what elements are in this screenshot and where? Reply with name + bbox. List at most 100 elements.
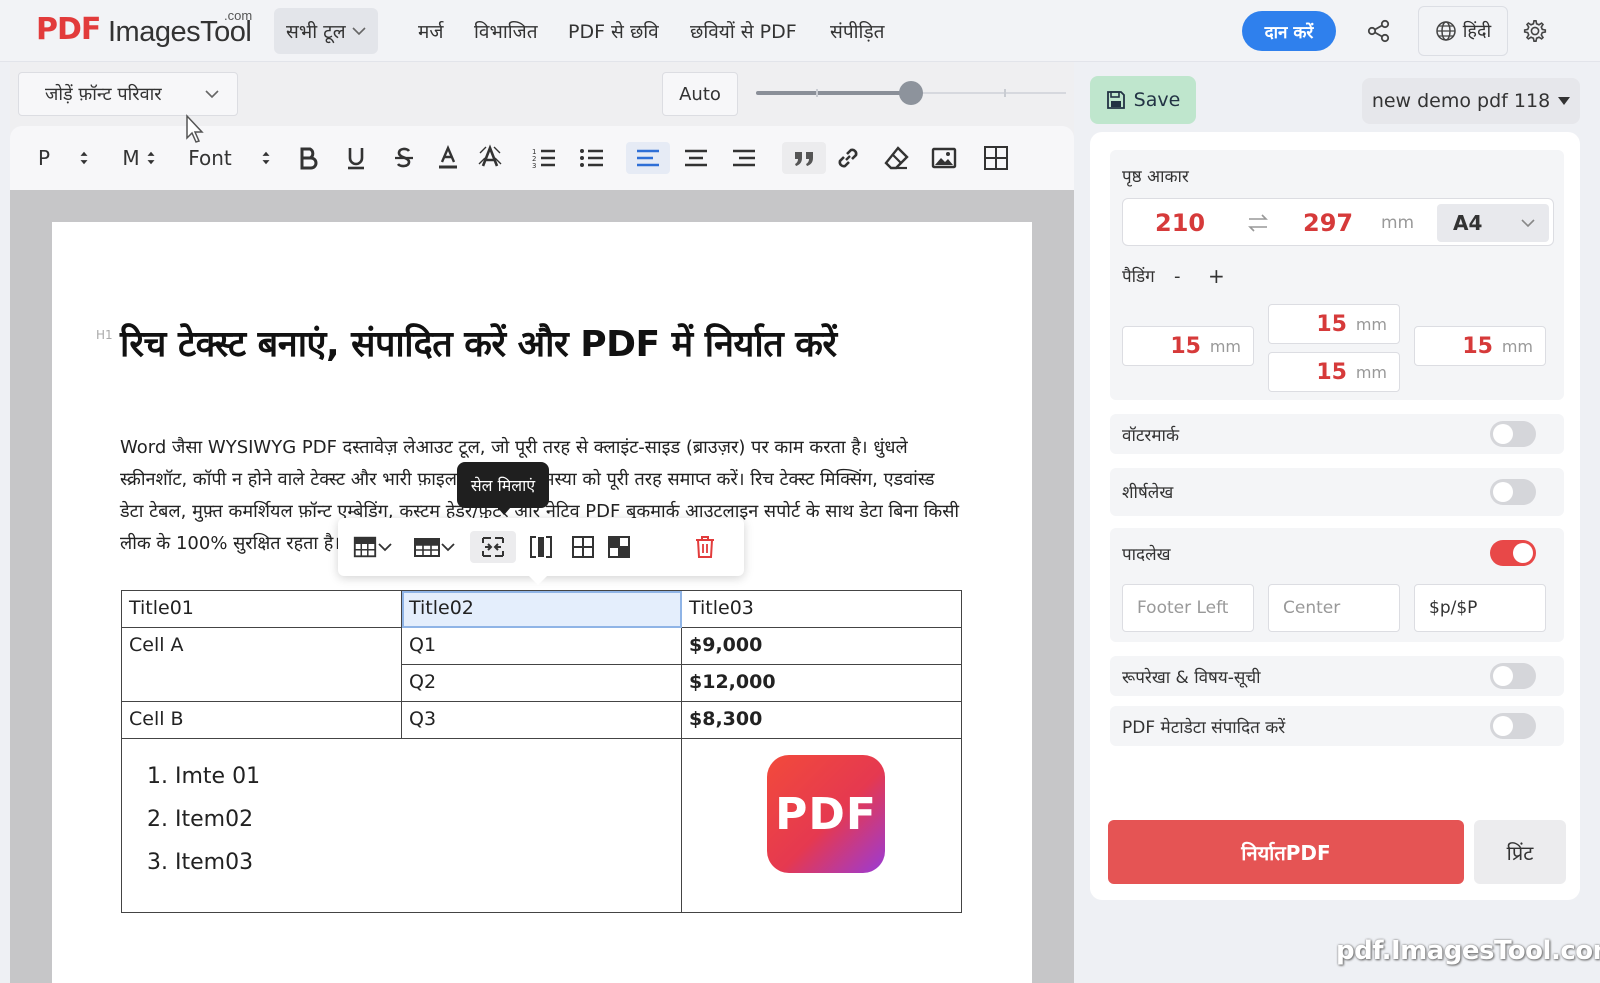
image-icon[interactable] [928,142,960,174]
footer-right-input[interactable]: $p/$P [1414,584,1546,632]
page-width-input[interactable]: 210 [1155,209,1205,237]
padding-left-value: 15 [1170,334,1201,359]
zoom-slider-thumb[interactable] [899,81,923,105]
zoom-slider-fill [756,91,911,95]
merge-cells-icon[interactable] [470,531,516,563]
table-cell[interactable]: Title01 [121,590,402,628]
table-icon[interactable] [980,142,1012,174]
document-table[interactable]: Title01 Title02 Title03 Cell A Q1 $9,000… [121,590,962,913]
ordered-list-icon[interactable]: 123 [528,142,560,174]
language-selector[interactable]: हिंदी [1418,6,1508,56]
underline-icon[interactable] [340,142,372,174]
highlight-color-icon[interactable] [474,142,506,174]
table-header-cell-icon[interactable] [602,531,636,563]
footer-left-input[interactable]: Footer Left [1122,584,1254,632]
outline-toggle[interactable] [1490,663,1536,689]
paragraph-style-select[interactable]: P [34,142,54,174]
list-item[interactable]: Item02 [175,798,674,841]
padding-decrease-button[interactable]: - [1174,266,1181,287]
zoom-auto-button[interactable]: Auto [662,72,738,116]
watermark-section: वॉटरमार्क [1110,414,1564,454]
document-title[interactable]: रिच टेक्स्ट बनाएं, संपादित करें और PDF म… [120,318,837,367]
table-cell-selected[interactable]: Title02 [401,590,682,628]
text-color-icon[interactable] [432,142,464,174]
export-pdf-button[interactable]: निर्यातPDF [1108,820,1464,884]
font-size-select[interactable]: M [116,142,164,174]
padding-top-value: 15 [1316,312,1347,337]
table-rows-menu[interactable] [406,531,462,563]
nav-split[interactable]: विभाजित [474,18,538,44]
bullet-list-icon[interactable] [576,142,608,174]
table-cell[interactable]: Q2 [401,664,682,702]
padding-unit: mm [1209,337,1241,356]
table-cell[interactable]: $12,000 [681,664,962,702]
table-cell[interactable]: Q1 [401,627,682,665]
table-cell[interactable]: Cell A [121,627,402,702]
table-cell-list[interactable]: Imte 01 Item02 Item03 [121,738,682,913]
footer-center-input[interactable]: Center [1268,584,1400,632]
nav-images-to-pdf[interactable]: छवियों से PDF [690,18,797,44]
zoom-slider[interactable] [756,80,1066,106]
table-insert-menu[interactable] [344,531,400,563]
watermark-toggle[interactable] [1490,421,1536,447]
table-cell[interactable]: Q3 [401,701,682,739]
list-item[interactable]: Imte 01 [175,755,674,798]
blockquote-icon[interactable] [782,142,826,174]
table-cell[interactable]: Cell B [121,701,402,739]
gear-icon[interactable] [1522,18,1548,44]
align-right-icon[interactable] [728,142,760,174]
delete-table-icon[interactable] [688,531,722,563]
padding-bottom-field[interactable]: 15 mm [1268,352,1400,392]
padding-unit: mm [1355,363,1387,382]
site-watermark: pdf.ImagesTool.com [1336,936,1600,966]
updown-arrows-icon[interactable] [256,142,276,174]
table-cell[interactable]: $8,300 [681,701,962,739]
table-cell-image[interactable]: PDF [681,738,962,913]
list-item[interactable]: Item03 [175,841,674,884]
save-button[interactable]: Save [1090,76,1196,124]
bold-icon[interactable] [292,142,324,174]
pdf-logo-image[interactable]: PDF [767,755,885,873]
table-cells-icon[interactable] [566,531,600,563]
eraser-icon[interactable] [880,142,912,174]
donate-button[interactable]: दान करें [1242,11,1336,51]
updown-arrows-icon[interactable] [74,142,94,174]
chevron-down-icon [352,27,366,36]
share-icon[interactable] [1366,18,1392,44]
font-family-select[interactable]: जोड़ें फ़ॉन्ट परिवार [18,72,238,116]
globe-icon [1436,21,1456,41]
padding-increase-button[interactable]: + [1208,264,1225,288]
align-center-icon[interactable] [680,142,712,174]
header-toggle[interactable] [1490,479,1536,505]
footer-toggle[interactable] [1490,540,1536,566]
nav-pdf-to-image[interactable]: PDF से छवि [568,18,659,44]
nav-compress[interactable]: संपीड़ित [830,18,884,44]
language-label: हिंदी [1462,21,1492,42]
padding-right-field[interactable]: 15 mm [1414,326,1546,366]
nav-merge[interactable]: मर्ज [418,18,443,44]
font-family-label: जोड़ें फ़ॉन्ट परिवार [45,84,162,105]
table-row: Cell B Q3 $8,300 [121,701,962,739]
swap-icon[interactable] [1247,213,1269,233]
strikethrough-icon[interactable] [388,142,420,174]
print-button[interactable]: प्रिंट [1474,820,1566,884]
all-tools-menu[interactable]: सभी टूल [274,8,378,54]
metadata-toggle[interactable] [1490,713,1536,739]
table-cell[interactable]: $9,000 [681,627,962,665]
mouse-cursor-icon [186,114,204,143]
font-select[interactable]: Font [186,142,234,174]
document-select[interactable]: new demo pdf 118 [1362,78,1580,124]
split-cell-icon[interactable] [524,531,558,563]
header-label: शीर्षलेख [1122,483,1174,503]
paper-size-select[interactable]: A4 [1437,204,1549,242]
padding-top-field[interactable]: 15 mm [1268,304,1400,344]
link-icon[interactable] [832,142,864,174]
site-logo[interactable]: PDF ImagesTool .com [36,8,256,54]
padding-left-field[interactable]: 15 mm [1122,326,1254,366]
footer-label: पादलेख [1122,545,1171,565]
table-cell[interactable]: Title03 [681,590,962,628]
page-height-input[interactable]: 297 [1303,209,1353,237]
align-left-icon[interactable] [626,142,670,174]
table-row: Title01 Title02 Title03 [121,590,962,628]
padding-label: पैडिंग [1122,267,1155,287]
